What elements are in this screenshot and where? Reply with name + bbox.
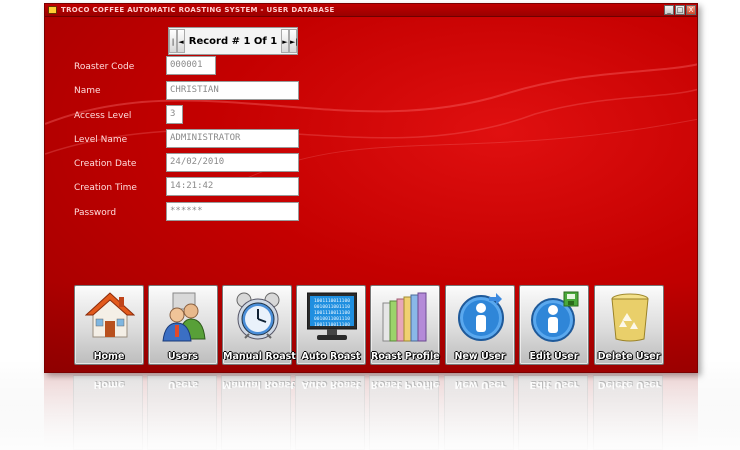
edit-user-icon bbox=[531, 291, 579, 342]
manual-roast-button[interactable]: Manual Roast bbox=[222, 285, 296, 365]
first-record-button[interactable]: |◄ bbox=[169, 29, 177, 70]
password-field[interactable]: ****** bbox=[166, 202, 299, 221]
recycle-bin-icon bbox=[611, 293, 649, 342]
monitor-text-3: 1001110011100 bbox=[314, 310, 350, 316]
monitor-text-5: 1001110011100 bbox=[314, 322, 350, 328]
monitor-text-4: 0010011001110 bbox=[314, 316, 350, 322]
manual-roast-label: Manual Roast bbox=[223, 351, 296, 362]
access-level-label: Access Level bbox=[74, 111, 132, 121]
delete-user-label: Delete User bbox=[597, 351, 661, 362]
prev-record-button[interactable]: ◄ bbox=[177, 29, 185, 53]
auto-roast-label: Auto Roast bbox=[301, 351, 361, 362]
level-name-field[interactable]: ADMINISTRATOR bbox=[166, 129, 299, 148]
creation-date-field[interactable]: 24/02/2010 bbox=[166, 153, 299, 172]
name-label: Name bbox=[74, 86, 101, 96]
roaster-code-label: Roaster Code bbox=[74, 62, 135, 72]
home-button[interactable]: Home bbox=[74, 285, 144, 365]
auto-roast-button[interactable]: 1001110011100 0010011001110 100111001110… bbox=[296, 285, 366, 365]
main-window: TROCO COFFEE AUTOMATIC ROASTING SYSTEM -… bbox=[44, 3, 698, 373]
level-name-label: Level Name bbox=[74, 135, 128, 145]
edit-user-button[interactable]: Edit User bbox=[519, 285, 589, 365]
creation-time-field[interactable]: 14:21:42 bbox=[166, 177, 299, 196]
access-level-field[interactable]: 3 bbox=[166, 105, 183, 124]
house-icon bbox=[85, 292, 135, 338]
next-record-button[interactable]: ► bbox=[281, 29, 289, 53]
alarm-clock-icon bbox=[236, 292, 280, 340]
window-title: TROCO COFFEE AUTOMATIC ROASTING SYSTEM -… bbox=[61, 6, 335, 14]
roast-profile-button[interactable]: Roast Profile bbox=[370, 285, 440, 365]
maximize-button[interactable]: □ bbox=[675, 5, 685, 15]
creation-time-label: Creation Time bbox=[74, 183, 137, 193]
title-bar: TROCO COFFEE AUTOMATIC ROASTING SYSTEM -… bbox=[45, 4, 697, 17]
app-icon bbox=[48, 6, 57, 14]
name-field[interactable]: CHRISTIAN bbox=[166, 81, 299, 100]
creation-date-label: Creation Date bbox=[74, 159, 137, 169]
record-label: Record # 1 Of 1 bbox=[188, 35, 278, 47]
users-button[interactable]: Users bbox=[148, 285, 218, 365]
new-user-label: New User bbox=[454, 351, 506, 362]
last-record-button[interactable]: ►| bbox=[289, 29, 298, 53]
reflection-fade bbox=[0, 373, 740, 450]
monitor-text-1: 1001110011100 bbox=[314, 298, 350, 304]
users-label: Users bbox=[167, 351, 199, 362]
users-icon bbox=[162, 292, 206, 342]
new-user-icon bbox=[458, 293, 504, 341]
delete-user-button[interactable]: Delete User bbox=[594, 285, 664, 365]
password-label: Password bbox=[74, 208, 117, 218]
close-button[interactable]: X bbox=[686, 5, 696, 15]
home-label: Home bbox=[93, 351, 125, 362]
roast-profile-label: Roast Profile bbox=[371, 351, 440, 362]
record-navigator: |◄ ◄ Record # 1 Of 1 ► ►| bbox=[168, 27, 298, 70]
binary-monitor-icon: 1001110011100 0010011001110 100111001110… bbox=[307, 292, 357, 340]
books-icon bbox=[382, 292, 427, 342]
roaster-code-field[interactable]: 000001 bbox=[166, 56, 216, 75]
monitor-text-2: 0010011001110 bbox=[314, 304, 350, 310]
minimize-button[interactable]: _ bbox=[664, 5, 674, 15]
edit-user-label: Edit User bbox=[529, 351, 579, 362]
new-user-button[interactable]: New User bbox=[445, 285, 515, 365]
